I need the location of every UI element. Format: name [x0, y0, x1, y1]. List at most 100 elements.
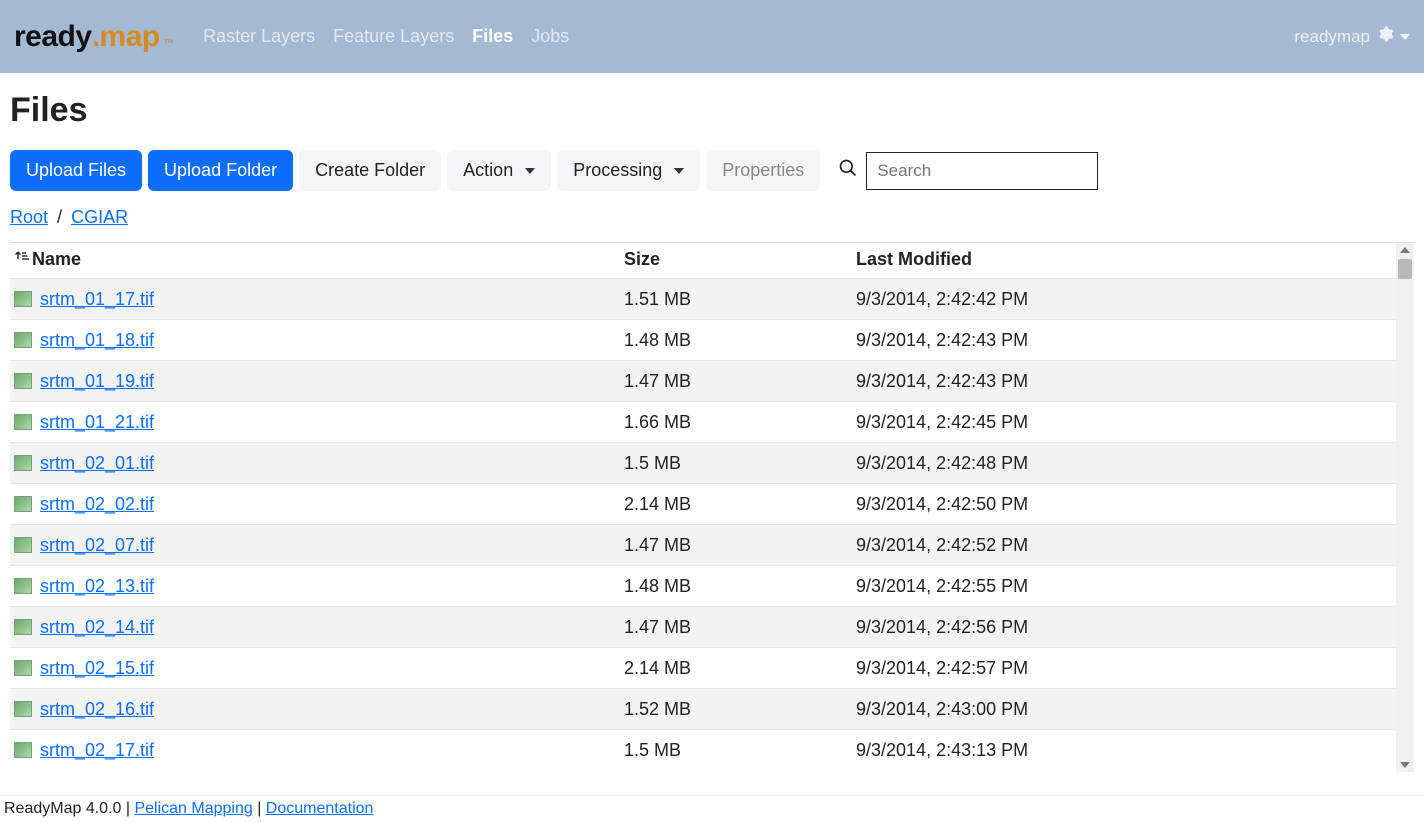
raster-file-icon: [14, 455, 32, 471]
footer-sep: |: [253, 800, 266, 817]
table-row[interactable]: srtm_02_15.tif2.14 MB9/3/2014, 2:42:57 P…: [10, 647, 1414, 688]
file-size: 1.5 MB: [624, 740, 856, 761]
nav-feature-layers[interactable]: Feature Layers: [333, 26, 454, 47]
logo-tm: ™: [164, 38, 174, 49]
file-table: Name Size Last Modified srtm_01_17.tif 1.…: [10, 242, 1414, 772]
file-link[interactable]: srtm_01_18.tif: [40, 330, 154, 351]
file-link[interactable]: srtm_01_19.tif: [40, 371, 154, 392]
table-row[interactable]: srtm_02_01.tif 1.5 MB9/3/2014, 2:42:48 PM: [10, 442, 1414, 483]
file-link[interactable]: srtm_02_01.tif: [40, 453, 154, 474]
table-row[interactable]: srtm_02_02.tif 2.14 MB9/3/2014, 2:42:50 P…: [10, 483, 1414, 524]
file-link[interactable]: srtm_01_17.tif: [40, 289, 154, 310]
raster-file-icon: [14, 578, 32, 594]
table-row[interactable]: srtm_01_19.tif1.47 MB9/3/2014, 2:42:43 P…: [10, 360, 1414, 401]
file-modified: 9/3/2014, 2:42:56 PM: [856, 617, 1410, 638]
file-modified: 9/3/2014, 2:43:13 PM: [856, 740, 1410, 761]
file-link[interactable]: srtm_02_17.tif: [40, 740, 154, 761]
table-row[interactable]: srtm_02_14.tif 1.47 MB9/3/2014, 2:42:56 P…: [10, 606, 1414, 647]
file-size: 2.14 MB: [624, 658, 856, 679]
nav-raster-layers[interactable]: Raster Layers: [203, 26, 315, 47]
breadcrumb-cgiar[interactable]: CGIAR: [71, 207, 128, 227]
raster-file-icon: [14, 414, 32, 430]
logo-map: map: [99, 20, 159, 54]
properties-button: Properties: [706, 150, 820, 191]
scroll-up-icon[interactable]: [1400, 247, 1410, 253]
chevron-down-icon: [674, 168, 684, 174]
nav-files[interactable]: Files: [472, 26, 513, 47]
column-header-size[interactable]: Size: [624, 249, 856, 270]
file-size: 1.52 MB: [624, 699, 856, 720]
search-icon: [838, 158, 858, 183]
table-header: Name Size Last Modified: [10, 243, 1414, 278]
raster-file-icon: [14, 660, 32, 676]
raster-file-icon: [14, 742, 32, 758]
raster-file-icon: [14, 619, 32, 635]
action-dropdown[interactable]: Action: [447, 150, 551, 191]
file-modified: 9/3/2014, 2:42:45 PM: [856, 412, 1410, 433]
nav-jobs[interactable]: Jobs: [531, 26, 569, 47]
logo-ready: ready: [14, 20, 92, 54]
table-row[interactable]: srtm_02_07.tif1.47 MB9/3/2014, 2:42:52 P…: [10, 524, 1414, 565]
file-modified: 9/3/2014, 2:43:00 PM: [856, 699, 1410, 720]
chevron-down-icon: [525, 168, 535, 174]
top-navbar: ready.map ™ Raster Layers Feature Layers …: [0, 0, 1424, 73]
file-size: 1.47 MB: [624, 617, 856, 638]
column-header-name[interactable]: Name: [14, 249, 624, 270]
user-menu[interactable]: readymap: [1294, 25, 1410, 48]
file-modified: 9/3/2014, 2:42:48 PM: [856, 453, 1410, 474]
table-row[interactable]: srtm_02_13.tif1.48 MB9/3/2014, 2:42:55 P…: [10, 565, 1414, 606]
file-size: 1.48 MB: [624, 330, 856, 351]
footer-sep: |: [121, 800, 134, 817]
file-size: 2.14 MB: [624, 494, 856, 515]
file-link[interactable]: srtm_02_15.tif: [40, 658, 154, 679]
scrollbar-thumb[interactable]: [1398, 259, 1412, 279]
footer-pelican-link[interactable]: Pelican Mapping: [134, 800, 252, 817]
create-folder-button[interactable]: Create Folder: [299, 150, 441, 191]
main-nav: Raster Layers Feature Layers Files Jobs: [203, 26, 569, 47]
file-link[interactable]: srtm_01_21.tif: [40, 412, 154, 433]
scrollbar[interactable]: [1396, 243, 1414, 772]
raster-file-icon: [14, 537, 32, 553]
upload-files-button[interactable]: Upload Files: [10, 150, 142, 191]
column-header-modified[interactable]: Last Modified: [856, 249, 1410, 270]
breadcrumb-separator: /: [57, 207, 62, 227]
raster-file-icon: [14, 332, 32, 348]
file-link[interactable]: srtm_02_14.tif: [40, 617, 154, 638]
file-modified: 9/3/2014, 2:42:42 PM: [856, 289, 1410, 310]
file-link[interactable]: srtm_02_02.tif: [40, 494, 154, 515]
upload-folder-button[interactable]: Upload Folder: [148, 150, 293, 191]
table-row[interactable]: srtm_01_18.tif1.48 MB9/3/2014, 2:42:43 P…: [10, 319, 1414, 360]
raster-file-icon: [14, 373, 32, 389]
toolbar: Upload Files Upload Folder Create Folder…: [10, 150, 1414, 191]
footer-version: ReadyMap 4.0.0: [4, 800, 121, 817]
file-modified: 9/3/2014, 2:42:50 PM: [856, 494, 1410, 515]
raster-file-icon: [14, 496, 32, 512]
file-size: 1.66 MB: [624, 412, 856, 433]
user-name: readymap: [1294, 27, 1370, 47]
footer-docs-link[interactable]: Documentation: [266, 800, 374, 817]
file-size: 1.47 MB: [624, 535, 856, 556]
table-row[interactable]: srtm_02_16.tif 1.52 MB9/3/2014, 2:43:00 P…: [10, 688, 1414, 729]
processing-label: Processing: [573, 160, 662, 181]
logo[interactable]: ready.map ™: [14, 20, 173, 54]
table-row[interactable]: srtm_01_21.tif 1.66 MB9/3/2014, 2:42:45 P…: [10, 401, 1414, 442]
logo-dot: .: [92, 20, 100, 54]
file-size: 1.51 MB: [624, 289, 856, 310]
scroll-down-icon[interactable]: [1400, 762, 1410, 768]
file-link[interactable]: srtm_02_16.tif: [40, 699, 154, 720]
raster-file-icon: [14, 701, 32, 717]
page-content: Files Upload Files Upload Folder Create …: [0, 73, 1424, 772]
file-modified: 9/3/2014, 2:42:55 PM: [856, 576, 1410, 597]
processing-dropdown[interactable]: Processing: [557, 150, 700, 191]
file-modified: 9/3/2014, 2:42:43 PM: [856, 371, 1410, 392]
file-link[interactable]: srtm_02_07.tif: [40, 535, 154, 556]
file-link[interactable]: srtm_02_13.tif: [40, 576, 154, 597]
table-row[interactable]: srtm_02_17.tif 1.5 MB9/3/2014, 2:43:13 PM: [10, 729, 1414, 770]
table-row[interactable]: srtm_01_17.tif 1.51 MB9/3/2014, 2:42:42 P…: [10, 278, 1414, 319]
page-title: Files: [10, 91, 1414, 130]
search-wrap: [838, 152, 1098, 190]
file-size: 1.5 MB: [624, 453, 856, 474]
breadcrumb-root[interactable]: Root: [10, 207, 48, 227]
search-input[interactable]: [866, 152, 1098, 190]
gear-icon: [1376, 25, 1394, 48]
